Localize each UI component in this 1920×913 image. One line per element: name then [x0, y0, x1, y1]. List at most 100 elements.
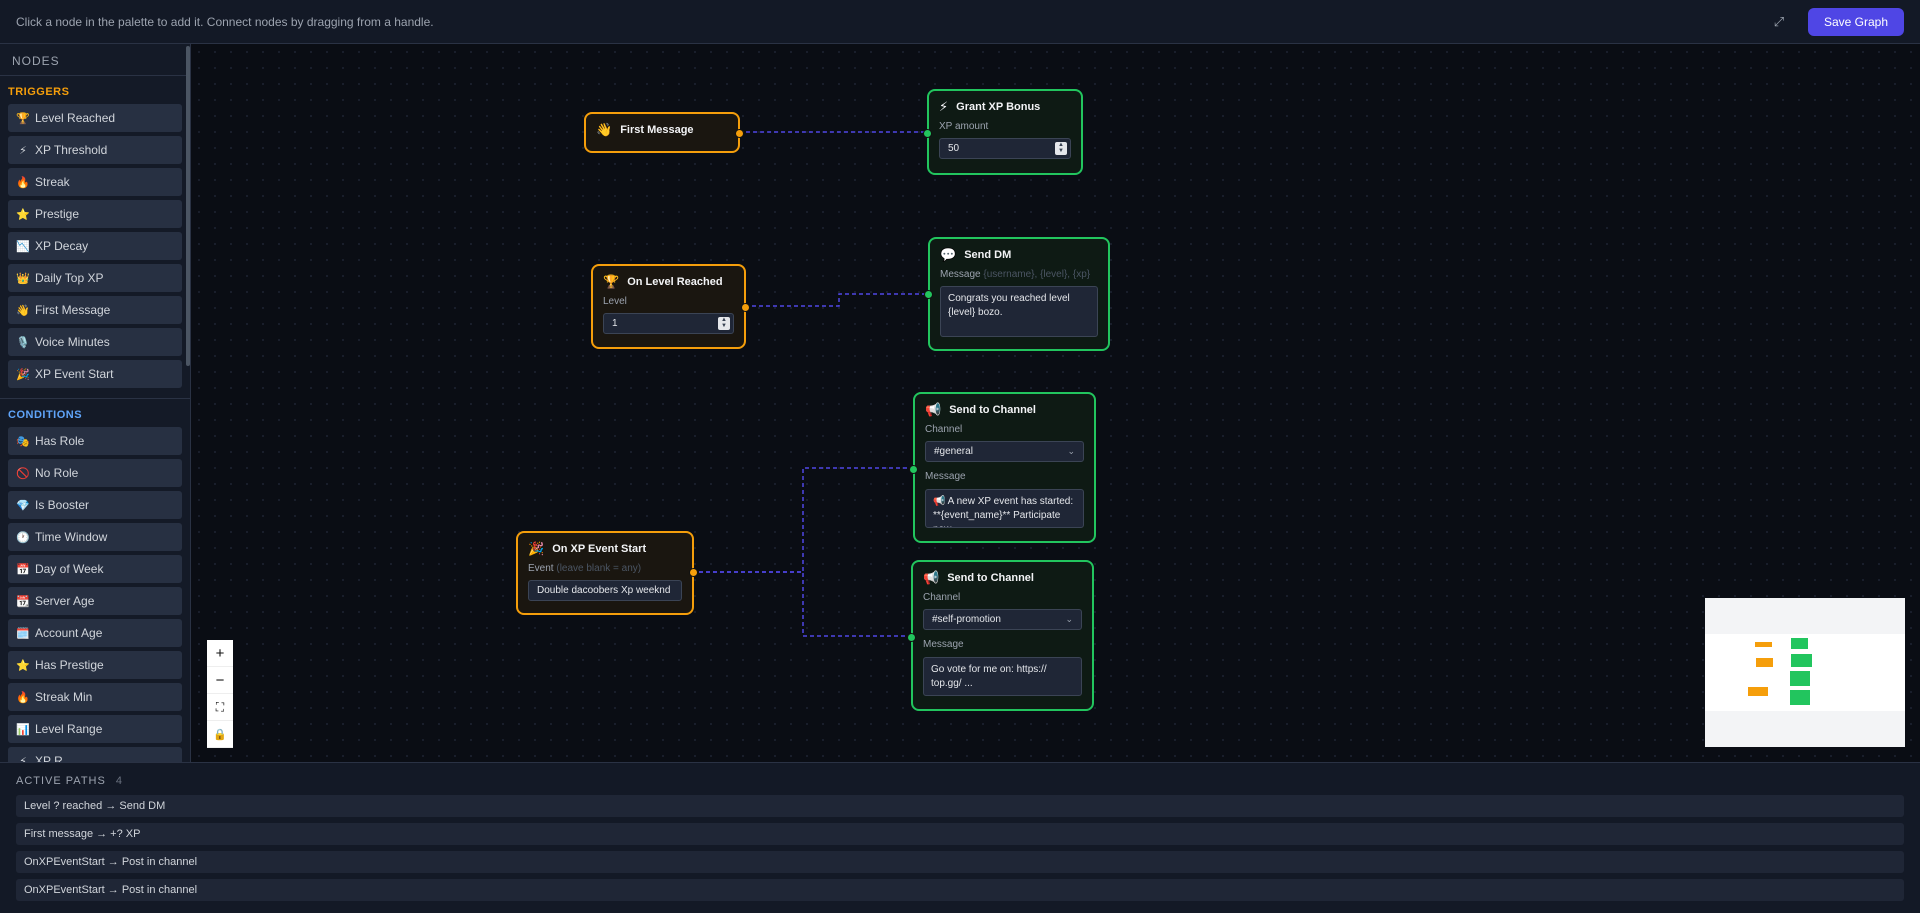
chevron-down-icon: ⌄	[1065, 614, 1073, 624]
minimap[interactable]	[1705, 598, 1905, 747]
node-on-level-reached[interactable]: 🏆 On Level Reached Level 1 ▲ ▼	[591, 264, 750, 349]
palette-item-condition-10[interactable]: ⚡ XP R...	[8, 747, 182, 762]
node-send-dm[interactable]: 💬 Send DM Message {username}, {level}, {…	[924, 237, 1110, 351]
edge-event-channel-1	[692, 467, 915, 573]
input-handle[interactable]	[923, 129, 932, 138]
channel-value: #self-promotion	[932, 614, 1001, 625]
palette-item-icon: 💎	[16, 499, 30, 512]
palette-item-condition-3[interactable]: 🕐 Time Window	[8, 523, 182, 551]
stepper-icon[interactable]: ▲ ▼	[718, 317, 730, 330]
save-graph-button[interactable]: Save Graph	[1807, 7, 1904, 36]
message-label: Message	[925, 471, 966, 482]
stepper-icon[interactable]: ▲ ▼	[1055, 142, 1067, 155]
field-label: XP amount	[939, 121, 989, 132]
input-handle[interactable]	[909, 465, 918, 474]
wave-icon: 👋	[596, 122, 613, 137]
fit-view-button[interactable]: ⛶	[207, 694, 233, 721]
output-handle[interactable]	[735, 129, 744, 138]
palette-item-trigger-8[interactable]: 🎉 XP Event Start	[8, 360, 182, 388]
channel-label: Channel	[923, 592, 961, 603]
node-on-xp-event-start[interactable]: 🎉 On XP Event Start Event (leave blank =…	[516, 531, 698, 615]
active-path-row[interactable]: Level ? reached → Send DM	[16, 795, 1904, 817]
xp-amount-input[interactable]: 50 ▲ ▼	[939, 138, 1071, 159]
palette-item-label: Has Role	[35, 434, 85, 448]
canvas-controls: + − ⛶ 🔒	[207, 640, 233, 748]
channel-message-textarea[interactable]: 📢 A new XP event has started: **{event_n…	[925, 489, 1084, 528]
node-title: On Level Reached	[627, 276, 723, 288]
conditions-heading: CONDITIONS	[0, 398, 190, 427]
dm-message-textarea[interactable]: Congrats you reached level {level} bozo.	[940, 286, 1098, 337]
lightning-icon: ⚡	[939, 99, 949, 114]
palette-item-label: No Role	[35, 466, 79, 480]
palette-item-label: Day of Week	[35, 562, 104, 576]
palette-title: NODES	[0, 44, 190, 76]
event-hint: (leave blank = any)	[556, 563, 642, 574]
palette-item-trigger-5[interactable]: 👑 Daily Top XP	[8, 264, 182, 292]
channel-message-textarea[interactable]: Go vote for me on: https:// top.gg/ ...	[923, 657, 1082, 696]
active-path-row[interactable]: OnXPEventStart → Post in channel	[16, 851, 1904, 873]
palette-item-icon: 🚫	[16, 467, 30, 480]
active-paths-list: Level ? reached → Send DM First message →…	[16, 795, 1904, 901]
palette-item-condition-8[interactable]: 🔥 Streak Min	[8, 683, 182, 711]
palette-item-condition-4[interactable]: 📅 Day of Week	[8, 555, 182, 583]
zoom-out-button[interactable]: −	[207, 667, 233, 694]
active-path-row[interactable]: First message → +? XP	[16, 823, 1904, 845]
palette-item-condition-6[interactable]: 🗓️ Account Age	[8, 619, 182, 647]
palette-item-icon: 🗓️	[16, 627, 30, 640]
palette-item-label: Streak Min	[35, 690, 93, 704]
palette-item-label: Server Age	[35, 594, 95, 608]
palette-item-icon: 📆	[16, 595, 30, 608]
minimap-node	[1790, 671, 1810, 686]
level-input[interactable]: 1 ▲ ▼	[603, 313, 734, 334]
palette-item-condition-7[interactable]: ⭐ Has Prestige	[8, 651, 182, 679]
palette-scrollbar[interactable]	[186, 46, 190, 366]
edge-level-send-dm	[745, 293, 928, 307]
message-label: Message	[923, 639, 964, 650]
palette-item-trigger-7[interactable]: 🎙️ Voice Minutes	[8, 328, 182, 356]
graph-canvas[interactable]: 👋 First Message ⚡ Grant XP Bonus XP amou…	[191, 44, 1920, 762]
level-value: 1	[612, 318, 618, 329]
palette-item-label: Streak	[35, 175, 70, 189]
channel-select[interactable]: #self-promotion ⌄	[923, 609, 1082, 630]
palette-item-icon: 🔥	[16, 176, 30, 189]
palette-item-condition-5[interactable]: 📆 Server Age	[8, 587, 182, 615]
triggers-heading: TRIGGERS	[8, 86, 70, 98]
palette-item-condition-9[interactable]: 📊 Level Range	[8, 715, 182, 743]
active-path-row[interactable]: OnXPEventStart → Post in channel	[16, 879, 1904, 901]
palette-item-trigger-0[interactable]: 🏆 Level Reached	[8, 104, 182, 132]
palette-item-icon: 🔥	[16, 691, 30, 704]
node-first-message[interactable]: 👋 First Message	[584, 112, 744, 153]
output-handle[interactable]	[741, 303, 750, 312]
palette-item-trigger-1[interactable]: ⚡ XP Threshold	[8, 136, 182, 164]
palette-item-trigger-6[interactable]: 👋 First Message	[8, 296, 182, 324]
palette-item-condition-0[interactable]: 🎭 Has Role	[8, 427, 182, 455]
channel-value: #general	[934, 446, 973, 457]
megaphone-icon: 📢	[923, 570, 940, 585]
node-send-to-channel-general[interactable]: 📢 Send to Channel Channel #general ⌄ Mes…	[909, 392, 1096, 543]
node-send-to-channel-self-promotion[interactable]: 📢 Send to Channel Channel #self-promotio…	[907, 560, 1094, 711]
event-name-input[interactable]: Double dacoobers Xp weeknd	[528, 580, 682, 601]
input-handle[interactable]	[907, 633, 916, 642]
lock-icon[interactable]: 🔒	[207, 721, 233, 748]
palette-item-trigger-3[interactable]: ⭐ Prestige	[8, 200, 182, 228]
expand-icon[interactable]: ⤢	[1768, 11, 1790, 33]
palette-item-label: First Message	[35, 303, 111, 317]
minimap-node	[1790, 690, 1810, 705]
channel-select[interactable]: #general ⌄	[925, 441, 1084, 462]
input-handle[interactable]	[924, 290, 933, 299]
node-grant-xp-bonus[interactable]: ⚡ Grant XP Bonus XP amount 50 ▲ ▼	[923, 89, 1083, 175]
event-label: Event	[528, 563, 554, 574]
output-handle[interactable]	[689, 568, 698, 577]
palette-item-trigger-4[interactable]: 📉 XP Decay	[8, 232, 182, 260]
palette-item-icon: ⭐	[16, 659, 30, 672]
minimap-mask-top	[1705, 598, 1905, 634]
palette-item-condition-2[interactable]: 💎 Is Booster	[8, 491, 182, 519]
active-paths-panel: ACTIVE PATHS 4 Level ? reached → Send DM…	[0, 762, 1920, 913]
palette-item-icon: ⚡	[19, 755, 27, 763]
palette-item-icon: 🎉	[16, 368, 30, 381]
palette-item-label: Time Window	[35, 530, 108, 544]
palette-item-trigger-2[interactable]: 🔥 Streak	[8, 168, 182, 196]
field-label: Event (leave blank = any)	[528, 563, 682, 574]
zoom-in-button[interactable]: +	[207, 640, 233, 667]
palette-item-condition-1[interactable]: 🚫 No Role	[8, 459, 182, 487]
